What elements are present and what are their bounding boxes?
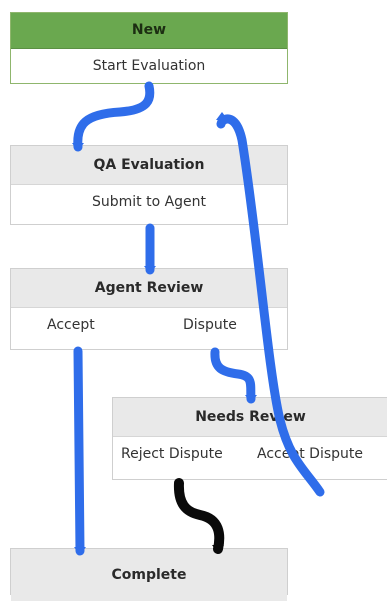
accept-dispute-action[interactable]: Accept Dispute — [257, 437, 363, 471]
node-complete-title: Complete — [11, 549, 287, 601]
reject-dispute-action[interactable]: Reject Dispute — [121, 437, 223, 471]
connector-accept[interactable] — [73, 346, 85, 556]
connector-start-evaluation[interactable] — [73, 81, 155, 152]
dispute-action[interactable]: Dispute — [183, 308, 237, 342]
node-new-title: New — [11, 13, 287, 49]
node-new: New Start Evaluation — [10, 12, 288, 84]
node-agent-review-title: Agent Review — [11, 269, 287, 308]
start-evaluation-action[interactable]: Start Evaluation — [11, 49, 287, 83]
node-complete: Complete — [10, 548, 288, 601]
node-needs-review: Needs Review Reject Dispute Accept Dispu… — [112, 397, 387, 480]
connector-dispute[interactable] — [210, 347, 256, 404]
accept-action[interactable]: Accept — [47, 308, 95, 342]
node-needs-review-title: Needs Review — [113, 398, 387, 437]
node-agent-review: Agent Review Accept Dispute — [10, 268, 288, 350]
connector-reject-dispute[interactable] — [173, 478, 225, 554]
